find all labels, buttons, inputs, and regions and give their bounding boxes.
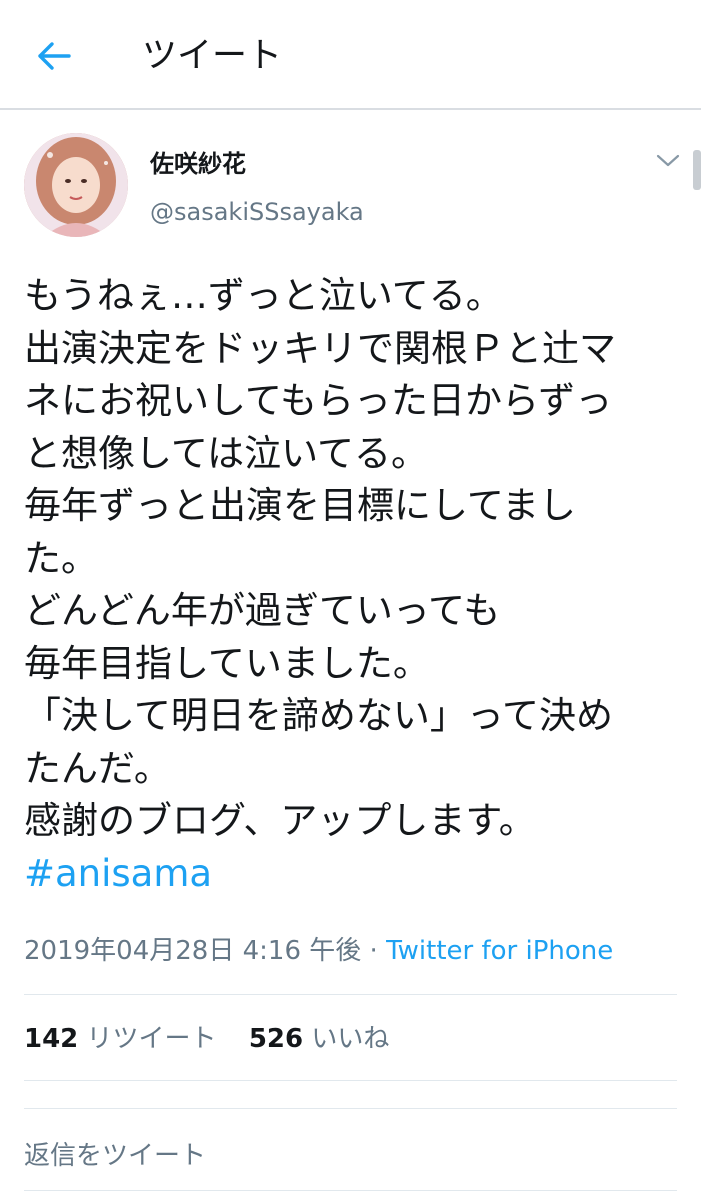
divider xyxy=(24,1080,677,1081)
likes-label: いいね xyxy=(311,1024,390,1054)
tweet-line: 毎年ずっと出演を目標にしてまし xyxy=(24,484,577,527)
arrow-left-icon xyxy=(38,42,71,70)
retweets-label: リツイート xyxy=(86,1024,217,1054)
back-button[interactable] xyxy=(28,30,80,82)
retweets-count: 142 xyxy=(24,1024,79,1054)
meta-separator: · xyxy=(369,936,378,966)
tweet-line: たんだ。 xyxy=(24,746,171,790)
tweet-line: 「決して明日を諦めない」って決め xyxy=(24,694,614,737)
likes-count: 526 xyxy=(248,1024,304,1054)
tweet-meta: 2019年04月28日 4:16 午後 · Twitter for iPhone xyxy=(24,932,613,970)
hashtag-link[interactable]: #anisama xyxy=(24,848,689,901)
tweet-line: と想像しては泣いてる。 xyxy=(24,431,429,475)
scrollbar[interactable] xyxy=(693,150,701,190)
user-handle[interactable]: @sasakiSSsayaka xyxy=(150,195,364,229)
chevron-down-icon xyxy=(656,154,680,167)
top-bar: ツイート xyxy=(0,0,701,110)
page-title: ツイート xyxy=(142,36,283,76)
display-name[interactable]: 佐咲紗花 xyxy=(150,147,246,181)
tweet-stats: 142 リツイート 526 いいね xyxy=(24,1020,413,1058)
tweet-line: 感謝のブログ、アップします。 xyxy=(24,799,536,842)
divider xyxy=(24,1190,677,1191)
avatar[interactable] xyxy=(24,133,128,237)
retweets-stat[interactable]: 142 リツイート xyxy=(24,1024,225,1054)
reply-input[interactable]: 返信をツイート xyxy=(24,1137,206,1175)
tweet-line: 毎年目指していました。 xyxy=(24,641,430,685)
tweet-line: ネにお祝いしてもらった日からずっ xyxy=(24,379,613,422)
tweet-line: どんどん年が過ぎていっても xyxy=(24,589,501,632)
more-options-button[interactable] xyxy=(650,146,686,176)
tweet-timestamp[interactable]: 2019年04月28日 4:16 午後 xyxy=(24,936,361,966)
divider xyxy=(24,1108,677,1109)
tweet-text: もうねぇ…ずっと泣いてる。 出演決定をドッキリで関根Ｐと辻マ ネにお祝いしてもら… xyxy=(24,270,689,900)
tweet-line: もうねぇ…ずっと泣いてる。 xyxy=(24,274,503,317)
profile-photo xyxy=(24,133,128,237)
tweet-line: 出演決定をドッキリで関根Ｐと辻マ xyxy=(24,326,616,370)
tweet-line: た。 xyxy=(24,536,98,580)
tweet-source-link[interactable]: Twitter for iPhone xyxy=(386,936,613,966)
divider xyxy=(24,994,677,995)
likes-stat[interactable]: 526 いいね xyxy=(249,1024,390,1054)
